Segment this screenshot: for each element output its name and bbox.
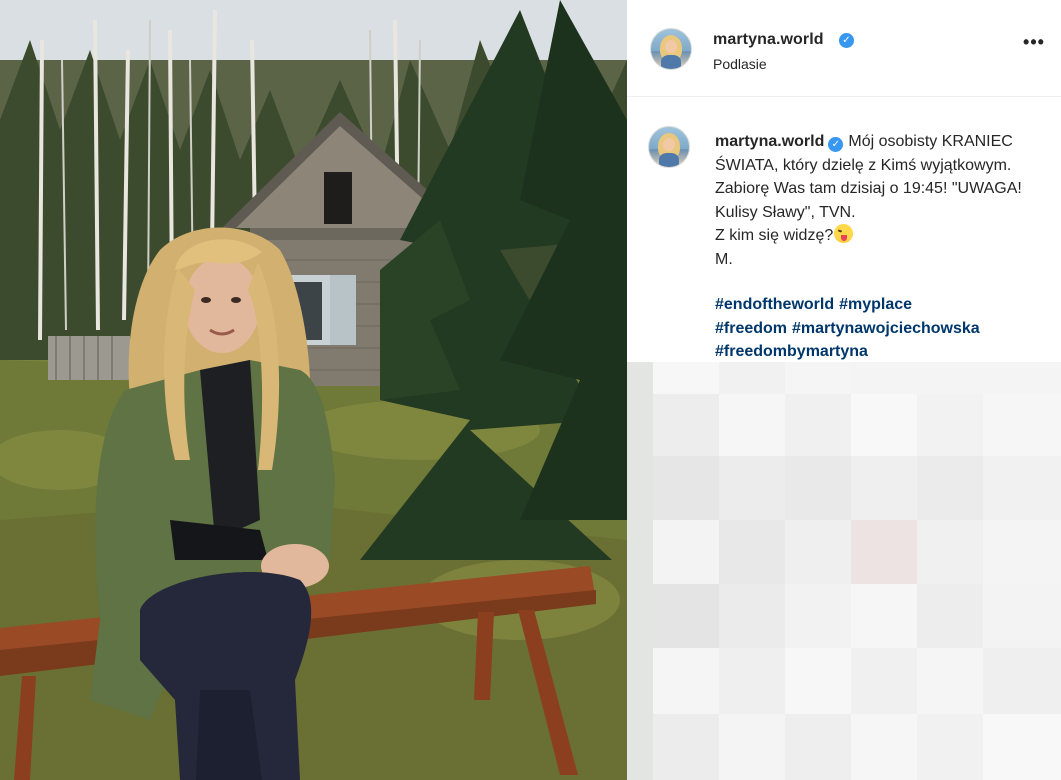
winking-face-with-tongue-icon (834, 224, 854, 243)
profile-avatar[interactable] (650, 28, 692, 70)
verified-badge-icon: ✓ (839, 33, 854, 48)
pixel-mosaic (627, 362, 1061, 780)
pixelated-comments-area (627, 362, 1061, 780)
more-options-icon[interactable]: ••• (1021, 33, 1047, 56)
caption-username[interactable]: martyna.world (715, 133, 824, 150)
post-username[interactable]: martyna.world (713, 31, 824, 49)
verified-badge-icon: ✓ (828, 137, 844, 152)
hashtag-link[interactable]: #endoftheworld (715, 296, 834, 313)
hashtag-link[interactable]: #myplace (839, 296, 912, 313)
caption-avatar[interactable] (648, 126, 690, 168)
post-photo[interactable] (0, 0, 627, 780)
caption-signature: M. (715, 250, 733, 268)
photo-scene (0, 0, 627, 780)
hashtag-list: #endoftheworld #myplace #freedom #martynaw… (715, 293, 1055, 364)
post-caption: martyna.world ✓ Mój osobisty KRANIEC ŚWIAT… (715, 130, 1045, 271)
hashtag-link[interactable]: #freedombymartyna (715, 343, 868, 360)
post-location[interactable]: Podlasie (713, 56, 767, 72)
hashtag-link[interactable]: #martynawojciechowska (792, 320, 980, 337)
post-header: martyna.world ✓ Podlasie ••• (627, 0, 1061, 97)
hashtag-link[interactable]: #freedom (715, 320, 787, 337)
